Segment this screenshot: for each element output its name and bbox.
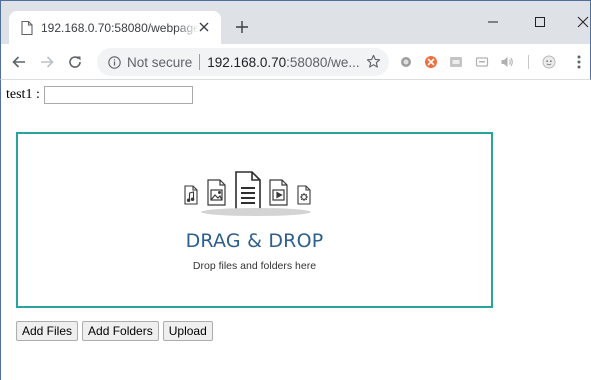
url-host: 192.168.0.70: [207, 54, 287, 70]
profile-avatar-icon[interactable]: [542, 55, 556, 69]
tab-title: 192.168.0.70:58080/webpages/index: [41, 21, 199, 35]
extension-grey-box-icon[interactable]: [449, 55, 463, 69]
tab-strip: 192.168.0.70:58080/webpages/index: [0, 0, 591, 45]
toolbar-divider: [528, 55, 529, 69]
back-arrow-icon[interactable]: [11, 54, 27, 70]
maximize-icon[interactable]: [532, 14, 548, 30]
url-path: :58080/we...: [286, 54, 360, 70]
close-window-icon[interactable]: [575, 14, 591, 30]
speaker-icon[interactable]: [500, 55, 514, 69]
bookmark-star-icon[interactable]: [366, 54, 381, 69]
extension-circle-icon[interactable]: [399, 55, 413, 69]
add-files-button[interactable]: Add Files: [16, 321, 79, 341]
settings-file-icon: [297, 185, 311, 205]
reload-icon[interactable]: [67, 54, 83, 70]
test1-label: test1 :: [6, 87, 40, 102]
new-tab-icon[interactable]: [235, 20, 249, 34]
drag-drop-subtitle: Drop files and folders here: [192, 260, 317, 272]
upload-actions: Add Files Add Folders Upload: [16, 321, 213, 341]
close-tab-icon[interactable]: [197, 20, 211, 34]
music-file-icon: [184, 185, 198, 205]
kebab-menu-icon[interactable]: [572, 54, 586, 70]
minimize-icon[interactable]: [485, 14, 501, 30]
video-file-icon: [269, 179, 288, 206]
security-label: Not secure: [127, 54, 193, 70]
test1-input[interactable]: [43, 86, 193, 104]
test1-field-row: test1 :: [6, 86, 193, 104]
icons-shadow: [201, 208, 311, 216]
image-file-icon: [207, 179, 226, 206]
address-bar[interactable]: Not secure 192.168.0.70:58080/we...: [97, 48, 389, 76]
upload-button[interactable]: Upload: [162, 321, 213, 341]
browser-tab[interactable]: 192.168.0.70:58080/webpages/index: [9, 11, 221, 45]
page-icon: [21, 21, 33, 35]
page-content: test1 : DRAG & DROP Drop files and folde…: [0, 80, 591, 380]
drag-drop-zone[interactable]: DRAG & DROP Drop files and folders here: [16, 132, 493, 308]
drag-drop-title: DRAG & DROP: [185, 230, 324, 252]
omnibox-divider: [199, 54, 201, 70]
browser-toolbar: Not secure 192.168.0.70:58080/we...: [0, 44, 591, 80]
extension-orange-icon[interactable]: [424, 55, 438, 69]
document-file-icon: [235, 171, 261, 211]
extension-screen-icon[interactable]: [475, 55, 489, 69]
forward-arrow-icon[interactable]: [39, 54, 55, 70]
add-folders-button[interactable]: Add Folders: [82, 321, 159, 341]
info-icon[interactable]: [108, 55, 121, 69]
